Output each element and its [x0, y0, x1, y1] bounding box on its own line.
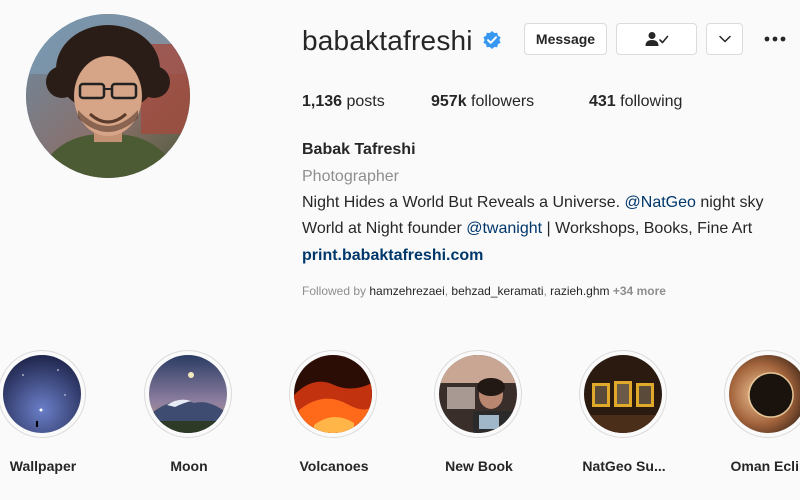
profile-avatar[interactable]	[26, 14, 190, 178]
bio-text: | Workshops, Books, Fine Art	[542, 220, 753, 237]
mention-link-natgeo[interactable]: @NatGeo	[625, 194, 696, 211]
following-stat[interactable]: 431 following	[589, 90, 682, 114]
suggested-dropdown-button[interactable]	[706, 23, 743, 55]
posts-count: 1,136	[302, 93, 343, 110]
following-count: 431	[589, 93, 616, 110]
followed-by-user: razieh.ghm	[550, 284, 610, 298]
profile-full-name: Babak Tafreshi	[302, 141, 416, 158]
bio-line-2: World at Night founder @twanight | Works…	[302, 218, 752, 240]
highlight-oman-eclipse[interactable]: Oman Eclip	[724, 350, 800, 490]
verified-badge-icon	[482, 30, 502, 50]
highlight-label: Moon	[170, 458, 208, 474]
followed-by-more: +34 more	[612, 284, 666, 298]
highlight-new-book[interactable]: New Book	[434, 350, 524, 490]
highlight-cover-image	[294, 355, 372, 433]
bio-text: night sky	[695, 194, 764, 211]
followers-label: followers	[471, 93, 535, 110]
highlight-cover-image	[149, 355, 227, 433]
posts-stat: 1,136 posts	[302, 90, 385, 114]
highlight-natgeo[interactable]: NatGeo Su...	[579, 350, 669, 490]
posts-label: posts	[346, 93, 385, 110]
highlight-moon[interactable]: Moon	[144, 350, 234, 490]
bio-text: World at Night founder	[302, 220, 467, 237]
more-dots-icon	[764, 36, 786, 42]
bio-text: Night Hides a World But Reveals a Univer…	[302, 194, 625, 211]
followers-count: 957k	[431, 93, 467, 110]
followed-by-user: behzad_keramati	[451, 284, 544, 298]
mention-link-twanight[interactable]: @twanight	[466, 220, 542, 237]
highlight-label: New Book	[445, 458, 513, 474]
highlight-cover-image	[729, 355, 800, 433]
avatar-image	[26, 14, 190, 178]
highlight-label: Wallpaper	[9, 458, 77, 474]
highlight-cover-image	[584, 355, 662, 433]
message-button[interactable]: Message	[524, 23, 607, 55]
followed-by-user: hamzehrezaei	[369, 284, 445, 298]
highlight-label: Oman Eclip	[730, 458, 800, 474]
following-label: following	[620, 93, 683, 110]
more-options-button[interactable]	[760, 28, 790, 50]
bio-line-1: Night Hides a World But Reveals a Univer…	[302, 192, 764, 214]
person-check-icon	[645, 32, 668, 46]
highlight-cover-image	[3, 355, 81, 433]
profile-username: babaktafreshi	[302, 25, 473, 56]
chevron-down-icon	[718, 35, 731, 43]
highlight-cover-image	[439, 355, 517, 433]
website-link[interactable]: print.babaktafreshi.com	[302, 245, 483, 267]
followers-stat[interactable]: 957k followers	[431, 90, 534, 114]
following-button[interactable]	[616, 23, 697, 55]
highlight-label: NatGeo Su...	[582, 458, 666, 474]
followed-by-label: Followed by	[302, 284, 370, 298]
profile-category: Photographer	[302, 168, 399, 185]
followed-by-summary[interactable]: Followed by hamzehrezaei, behzad_keramat…	[302, 282, 666, 300]
highlight-label: Volcanoes	[299, 458, 369, 474]
highlight-wallpaper[interactable]: Wallpaper	[0, 350, 88, 490]
highlight-volcanoes[interactable]: Volcanoes	[289, 350, 379, 490]
